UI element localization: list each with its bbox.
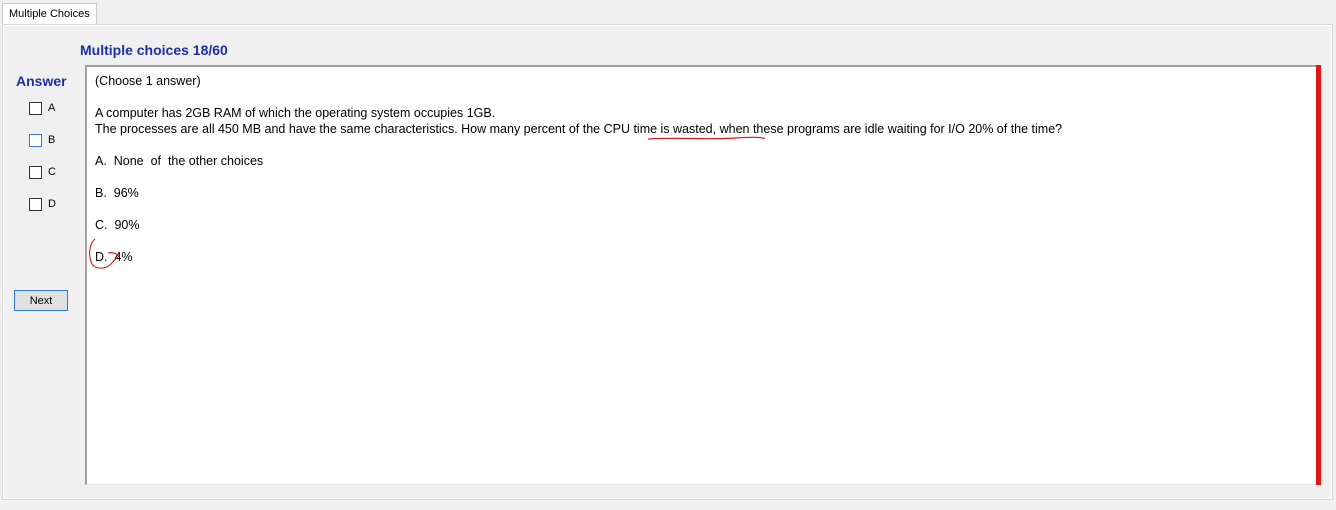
checkbox-b[interactable] xyxy=(29,133,42,147)
checkbox-a[interactable] xyxy=(29,101,42,115)
checkbox-c[interactable] xyxy=(29,165,42,179)
answer-option-d[interactable]: D xyxy=(29,197,56,211)
page-title: Multiple choices 18/60 xyxy=(80,42,228,58)
checkbox-d[interactable] xyxy=(29,197,42,211)
next-button[interactable]: Next xyxy=(14,290,68,311)
answer-option-label: A xyxy=(48,102,56,114)
question-stem-line-1: A computer has 2GB RAM of which the oper… xyxy=(95,106,496,120)
answer-heading: Answer xyxy=(16,73,67,89)
choice-c: C. 90% xyxy=(95,218,140,232)
answer-option-label: C xyxy=(48,166,56,178)
question-instruction: (Choose 1 answer) xyxy=(95,74,201,88)
choice-d: D. 4% xyxy=(95,250,133,264)
choice-a: A. None of the other choices xyxy=(95,154,264,168)
choice-b: B. 96% xyxy=(95,186,139,200)
answer-option-label: B xyxy=(48,134,56,146)
answer-option-label: D xyxy=(48,198,56,210)
question-stem-line-2: The processes are all 450 MB and have th… xyxy=(95,122,1063,136)
scrollbar-accent[interactable] xyxy=(1316,65,1321,485)
answer-option-c[interactable]: C xyxy=(29,165,56,179)
tab-multiple-choices[interactable]: Multiple Choices xyxy=(2,3,97,25)
answer-option-b[interactable]: B xyxy=(29,133,55,147)
question-textbox[interactable]: (Choose 1 answer) A computer has 2GB RAM… xyxy=(85,65,1321,485)
answer-option-a[interactable]: A xyxy=(29,101,55,115)
